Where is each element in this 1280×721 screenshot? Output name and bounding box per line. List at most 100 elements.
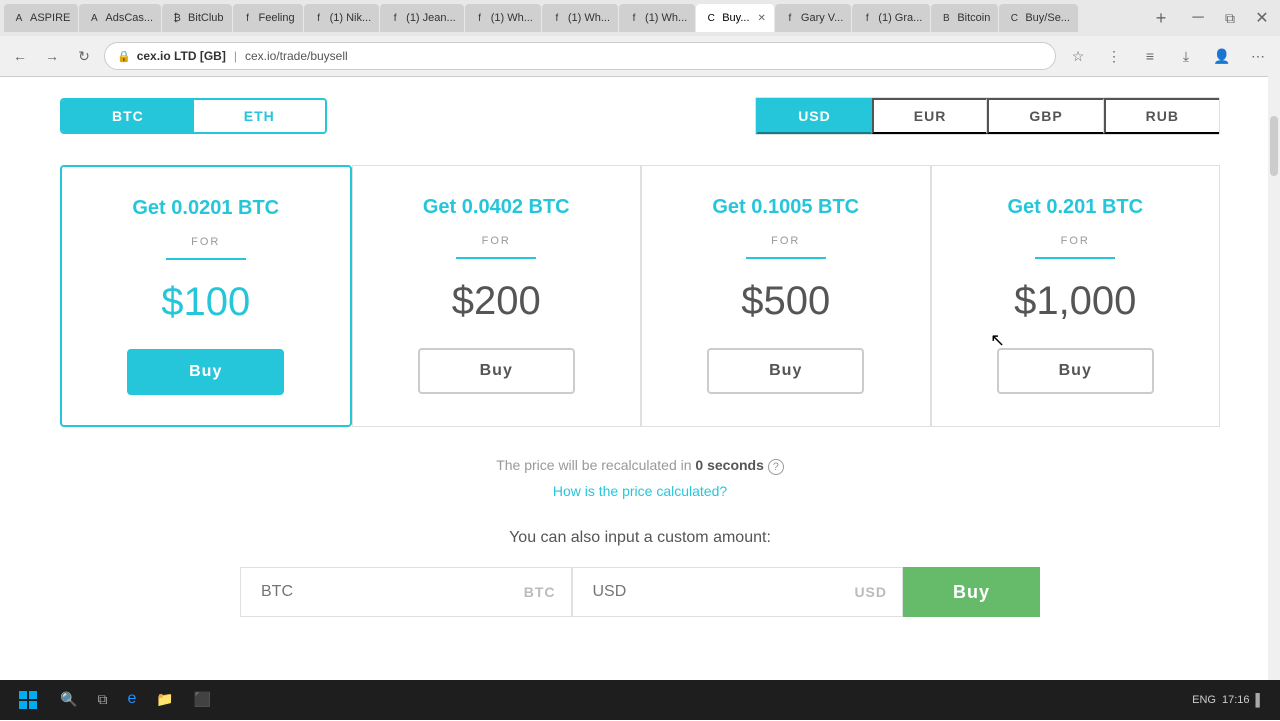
back-button[interactable]: ←	[8, 44, 32, 68]
forward-button[interactable]: →	[40, 44, 64, 68]
tab-nik1[interactable]: f (1) Nik...	[304, 4, 380, 32]
card-get-amount-1: Get 0.0402 BTC	[373, 196, 621, 219]
lock-icon: 🔒	[117, 50, 131, 63]
tab-label-wh3: (1) Wh...	[645, 12, 687, 24]
card-for-label-1: FOR	[373, 235, 621, 247]
tab-favicon-adscash: A	[87, 11, 101, 25]
help-icon[interactable]: ?	[768, 459, 784, 475]
usd-input[interactable]	[572, 567, 904, 617]
tab-favicon-feeling: f	[241, 11, 255, 25]
usd-label: USD	[854, 584, 887, 600]
tab-gra1[interactable]: f(1) Gra...	[852, 4, 930, 32]
card-price-1: $200	[373, 279, 621, 324]
taskbar-app3[interactable]: ⬛	[186, 683, 219, 717]
btc-input[interactable]	[240, 567, 572, 617]
price-cards: Get 0.0201 BTC FOR $100 Buy Get 0.0402 B…	[60, 165, 1220, 427]
tab-label-bitcoin: Bitcoin	[957, 12, 990, 24]
card-price-0: $100	[82, 280, 330, 325]
more-button[interactable]: ⋯	[1244, 42, 1272, 70]
card-for-label-0: FOR	[82, 236, 330, 248]
tab-bar: AASPIREAAdsCas...₿BitClubfFeelingf(1) Ni…	[0, 0, 1280, 36]
address-url: cex.io/trade/buysell	[245, 49, 348, 63]
fiat-tab-rub[interactable]: RUB	[1104, 98, 1219, 134]
tab-aspire[interactable]: A ASPIRE	[4, 4, 78, 32]
taskbar-show-desktop[interactable]: ▌	[1255, 693, 1264, 707]
reload-button[interactable]: ↻	[72, 44, 96, 68]
recalc-prefix: The price will be recalculated in	[496, 457, 695, 473]
info-section: The price will be recalculated in 0 seco…	[60, 457, 1220, 499]
address-separator: |	[234, 49, 237, 63]
price-card-0: Get 0.0201 BTC FOR $100 Buy	[60, 165, 352, 427]
crypto-tab-btc[interactable]: BTC	[62, 100, 194, 132]
tab-label-buyse: Buy/Se...	[1025, 12, 1070, 24]
taskbar-task-view[interactable]: ⧉	[89, 683, 115, 717]
custom-inputs: BTC USD Buy	[240, 567, 1040, 617]
tab-close-buy-btc[interactable]: ✕	[758, 13, 766, 24]
fiat-tab-eur[interactable]: EUR	[872, 98, 988, 134]
currency-section: BTCETH USDEURGBPRUB	[60, 97, 1220, 135]
scrollbar-thumb[interactable]	[1270, 116, 1278, 176]
bookmark-button[interactable]: ☆	[1064, 42, 1092, 70]
card-get-amount-3: Get 0.201 BTC	[952, 196, 1200, 219]
tab-favicon-wh1: f	[473, 11, 487, 25]
tab-favicon-jean1: f	[388, 11, 402, 25]
tab-favicon-nik1: f	[312, 11, 326, 25]
tab-buy-btc[interactable]: CBuy...✕	[696, 4, 774, 32]
btc-input-wrap: BTC	[240, 567, 572, 617]
tab-garyv[interactable]: fGary V...	[775, 4, 851, 32]
crypto-tab-eth[interactable]: ETH	[194, 100, 325, 132]
extensions-button[interactable]: ⋮	[1100, 42, 1128, 70]
taskbar-search[interactable]: 🔍	[52, 683, 85, 717]
tab-buyse[interactable]: CBuy/Se...	[999, 4, 1078, 32]
card-price-3: $1,000	[952, 279, 1200, 324]
buy-button-0[interactable]: Buy	[127, 349, 284, 395]
close-button[interactable]: ✕	[1248, 4, 1276, 32]
address-bar[interactable]: 🔒 cex.io LTD [GB] | cex.io/trade/buysell	[104, 42, 1056, 70]
tab-wh2[interactable]: f(1) Wh...	[542, 4, 618, 32]
how-link[interactable]: How is the price calculated?	[553, 483, 727, 499]
fiat-tab-usd[interactable]: USD	[756, 98, 872, 134]
custom-buy-button[interactable]: Buy	[903, 567, 1040, 617]
tab-wh3[interactable]: f (1) Wh...	[619, 4, 695, 32]
tab-favicon-wh3: f	[627, 11, 641, 25]
user-button[interactable]: 👤	[1208, 42, 1236, 70]
card-divider-1	[456, 257, 536, 259]
fiat-tab-gbp[interactable]: GBP	[987, 98, 1103, 134]
start-button[interactable]	[8, 683, 48, 717]
tab-label-garyv: Gary V...	[801, 12, 843, 24]
card-for-label-3: FOR	[952, 235, 1200, 247]
buy-button-1[interactable]: Buy	[418, 348, 575, 394]
taskbar-ie-icon[interactable]: e	[119, 683, 144, 717]
tab-wh1[interactable]: f(1) Wh...	[465, 4, 541, 32]
tab-adscash[interactable]: AAdsCas...	[79, 4, 161, 32]
taskbar-explorer-icon[interactable]: 📁	[148, 683, 181, 717]
restore-button[interactable]: ⧉	[1216, 4, 1244, 32]
buy-button-2[interactable]: Buy	[707, 348, 864, 394]
scrollbar[interactable]	[1268, 76, 1280, 680]
card-divider-0	[166, 258, 246, 260]
minimize-button[interactable]: ─	[1184, 4, 1212, 32]
tab-label-nik1: (1) Nik...	[330, 12, 372, 24]
windows-logo-icon	[18, 690, 38, 710]
crypto-tab-group: BTCETH	[60, 98, 327, 134]
address-bar-row: ← → ↻ 🔒 cex.io LTD [GB] | cex.io/trade/b…	[0, 36, 1280, 76]
page-content: BTCETH USDEURGBPRUB Get 0.0201 BTC FOR $…	[0, 77, 1280, 721]
price-card-3: Get 0.201 BTC FOR $1,000 Buy	[931, 165, 1221, 427]
tab-bitcoin[interactable]: B Bitcoin	[931, 4, 998, 32]
tab-favicon-aspire: A	[12, 11, 26, 25]
new-tab-button[interactable]: +	[1147, 4, 1175, 32]
tab-favicon-bitcoin: B	[939, 11, 953, 25]
btc-label: BTC	[524, 584, 556, 600]
downloads-button[interactable]: ⤓	[1172, 42, 1200, 70]
tab-label-aspire: ASPIRE	[30, 12, 70, 24]
card-get-amount-0: Get 0.0201 BTC	[82, 197, 330, 220]
tab-jean1[interactable]: f (1) Jean...	[380, 4, 464, 32]
menu-button[interactable]: ≡	[1136, 42, 1164, 70]
tab-bitclub[interactable]: ₿BitClub	[162, 4, 231, 32]
custom-label: You can also input a custom amount:	[60, 529, 1220, 547]
tab-feeling[interactable]: fFeeling	[233, 4, 303, 32]
buy-button-3[interactable]: Buy	[997, 348, 1154, 394]
tab-label-jean1: (1) Jean...	[406, 12, 456, 24]
taskbar-eng: ENG	[1192, 694, 1216, 706]
card-price-2: $500	[662, 279, 910, 324]
